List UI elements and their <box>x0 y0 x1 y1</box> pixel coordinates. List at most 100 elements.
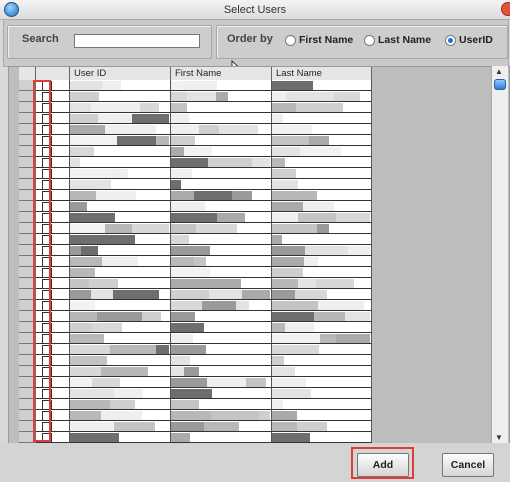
table-row[interactable] <box>19 179 372 190</box>
table-row[interactable] <box>19 432 372 443</box>
table-row[interactable] <box>19 278 372 289</box>
table-row[interactable] <box>19 245 372 256</box>
last-name-cell <box>272 91 372 102</box>
table-row[interactable] <box>19 333 372 344</box>
user-id-cell <box>70 212 171 223</box>
table-row[interactable] <box>19 300 372 311</box>
table-row[interactable] <box>19 289 372 300</box>
table-row[interactable] <box>19 388 372 399</box>
row-checkbox[interactable] <box>42 400 52 409</box>
scroll-up-icon[interactable]: ▲ <box>495 67 503 76</box>
row-checkbox[interactable] <box>42 213 52 222</box>
row-checkbox[interactable] <box>42 279 52 288</box>
table-row[interactable] <box>19 168 372 179</box>
table-row[interactable] <box>19 146 372 157</box>
row-checkbox[interactable] <box>42 224 52 233</box>
last-name-cell <box>272 289 372 300</box>
row-checkbox[interactable] <box>42 114 52 123</box>
table-row[interactable] <box>19 366 372 377</box>
row-checkbox[interactable] <box>42 125 52 134</box>
redacted-block <box>70 345 110 354</box>
table-row[interactable] <box>19 190 372 201</box>
table-row[interactable] <box>19 201 372 212</box>
row-checkbox[interactable] <box>42 136 52 145</box>
row-checkbox[interactable] <box>42 257 52 266</box>
table-row[interactable] <box>19 355 372 366</box>
table-row[interactable] <box>19 267 372 278</box>
row-checkbox[interactable] <box>42 389 52 398</box>
row-checkbox[interactable] <box>42 268 52 277</box>
table-row[interactable] <box>19 157 372 168</box>
table-row[interactable] <box>19 377 372 388</box>
row-checkbox[interactable] <box>42 235 52 244</box>
row-checkbox[interactable] <box>42 147 52 156</box>
redacted-block <box>70 136 117 145</box>
table-row[interactable] <box>19 102 372 113</box>
last-name-cell <box>272 102 372 113</box>
table-row[interactable] <box>19 135 372 146</box>
redacted-block <box>286 92 334 101</box>
table-row[interactable] <box>19 113 372 124</box>
scroll-down-icon[interactable]: ▼ <box>495 433 503 442</box>
redacted-block <box>272 191 317 200</box>
row-checkbox[interactable] <box>42 422 52 431</box>
row-checkbox[interactable] <box>42 433 52 442</box>
table-row[interactable] <box>19 322 372 333</box>
first-name-cell <box>171 157 272 168</box>
search-toolbar: Search Order by First Name Last Name Use… <box>3 19 509 67</box>
order-by-first-name-radio[interactable]: First Name <box>285 32 353 48</box>
search-input[interactable] <box>74 34 200 48</box>
row-checkbox[interactable] <box>42 92 52 101</box>
row-checkbox[interactable] <box>42 202 52 211</box>
row-checkbox[interactable] <box>42 290 52 299</box>
row-checkbox[interactable] <box>42 411 52 420</box>
table-row[interactable] <box>19 410 372 421</box>
row-checkbox[interactable] <box>42 356 52 365</box>
row-checkbox[interactable] <box>42 323 52 332</box>
table-row[interactable] <box>19 256 372 267</box>
table-row[interactable] <box>19 344 372 355</box>
table-row[interactable] <box>19 91 372 102</box>
table-row[interactable] <box>19 212 372 223</box>
first-name-cell <box>171 179 272 190</box>
select-cell <box>36 113 70 124</box>
order-by-userid-radio[interactable]: UserID <box>445 32 493 48</box>
cancel-button[interactable]: Cancel <box>442 453 494 477</box>
last-name-cell <box>272 256 372 267</box>
column-header-last-name[interactable]: Last Name <box>272 67 372 80</box>
table-row[interactable] <box>19 80 372 91</box>
row-checkbox[interactable] <box>42 334 52 343</box>
column-header-first-name[interactable]: First Name <box>171 67 272 80</box>
row-checkbox[interactable] <box>42 169 52 178</box>
row-checkbox[interactable] <box>42 367 52 376</box>
order-by-last-name-radio[interactable]: Last Name <box>364 32 431 48</box>
row-checkbox[interactable] <box>42 312 52 321</box>
row-checkbox[interactable] <box>42 246 52 255</box>
row-checkbox[interactable] <box>42 180 52 189</box>
table-row[interactable] <box>19 223 372 234</box>
redacted-block <box>127 125 156 134</box>
vertical-scrollbar[interactable]: ▲ ▼ <box>491 66 508 443</box>
row-checkbox[interactable] <box>42 81 52 90</box>
row-checkbox[interactable] <box>42 103 52 112</box>
select-cell <box>36 366 70 377</box>
table-row[interactable] <box>19 311 372 322</box>
last-name-cell <box>272 300 372 311</box>
row-checkbox[interactable] <box>42 378 52 387</box>
close-icon[interactable] <box>501 2 510 16</box>
redacted-block <box>171 235 189 244</box>
table-row[interactable] <box>19 399 372 410</box>
add-button[interactable]: Add <box>357 453 409 477</box>
table-row[interactable] <box>19 124 372 135</box>
row-checkbox[interactable] <box>42 191 52 200</box>
scroll-thumb[interactable] <box>494 79 506 90</box>
first-name-cell <box>171 355 272 366</box>
row-checkbox[interactable] <box>42 158 52 167</box>
table-row[interactable] <box>19 234 372 245</box>
row-checkbox[interactable] <box>42 345 52 354</box>
row-checkbox[interactable] <box>42 301 52 310</box>
redacted-block <box>309 136 329 145</box>
redacted-block <box>272 356 284 365</box>
column-header-user-id[interactable]: User ID <box>70 67 171 80</box>
table-row[interactable] <box>19 421 372 432</box>
